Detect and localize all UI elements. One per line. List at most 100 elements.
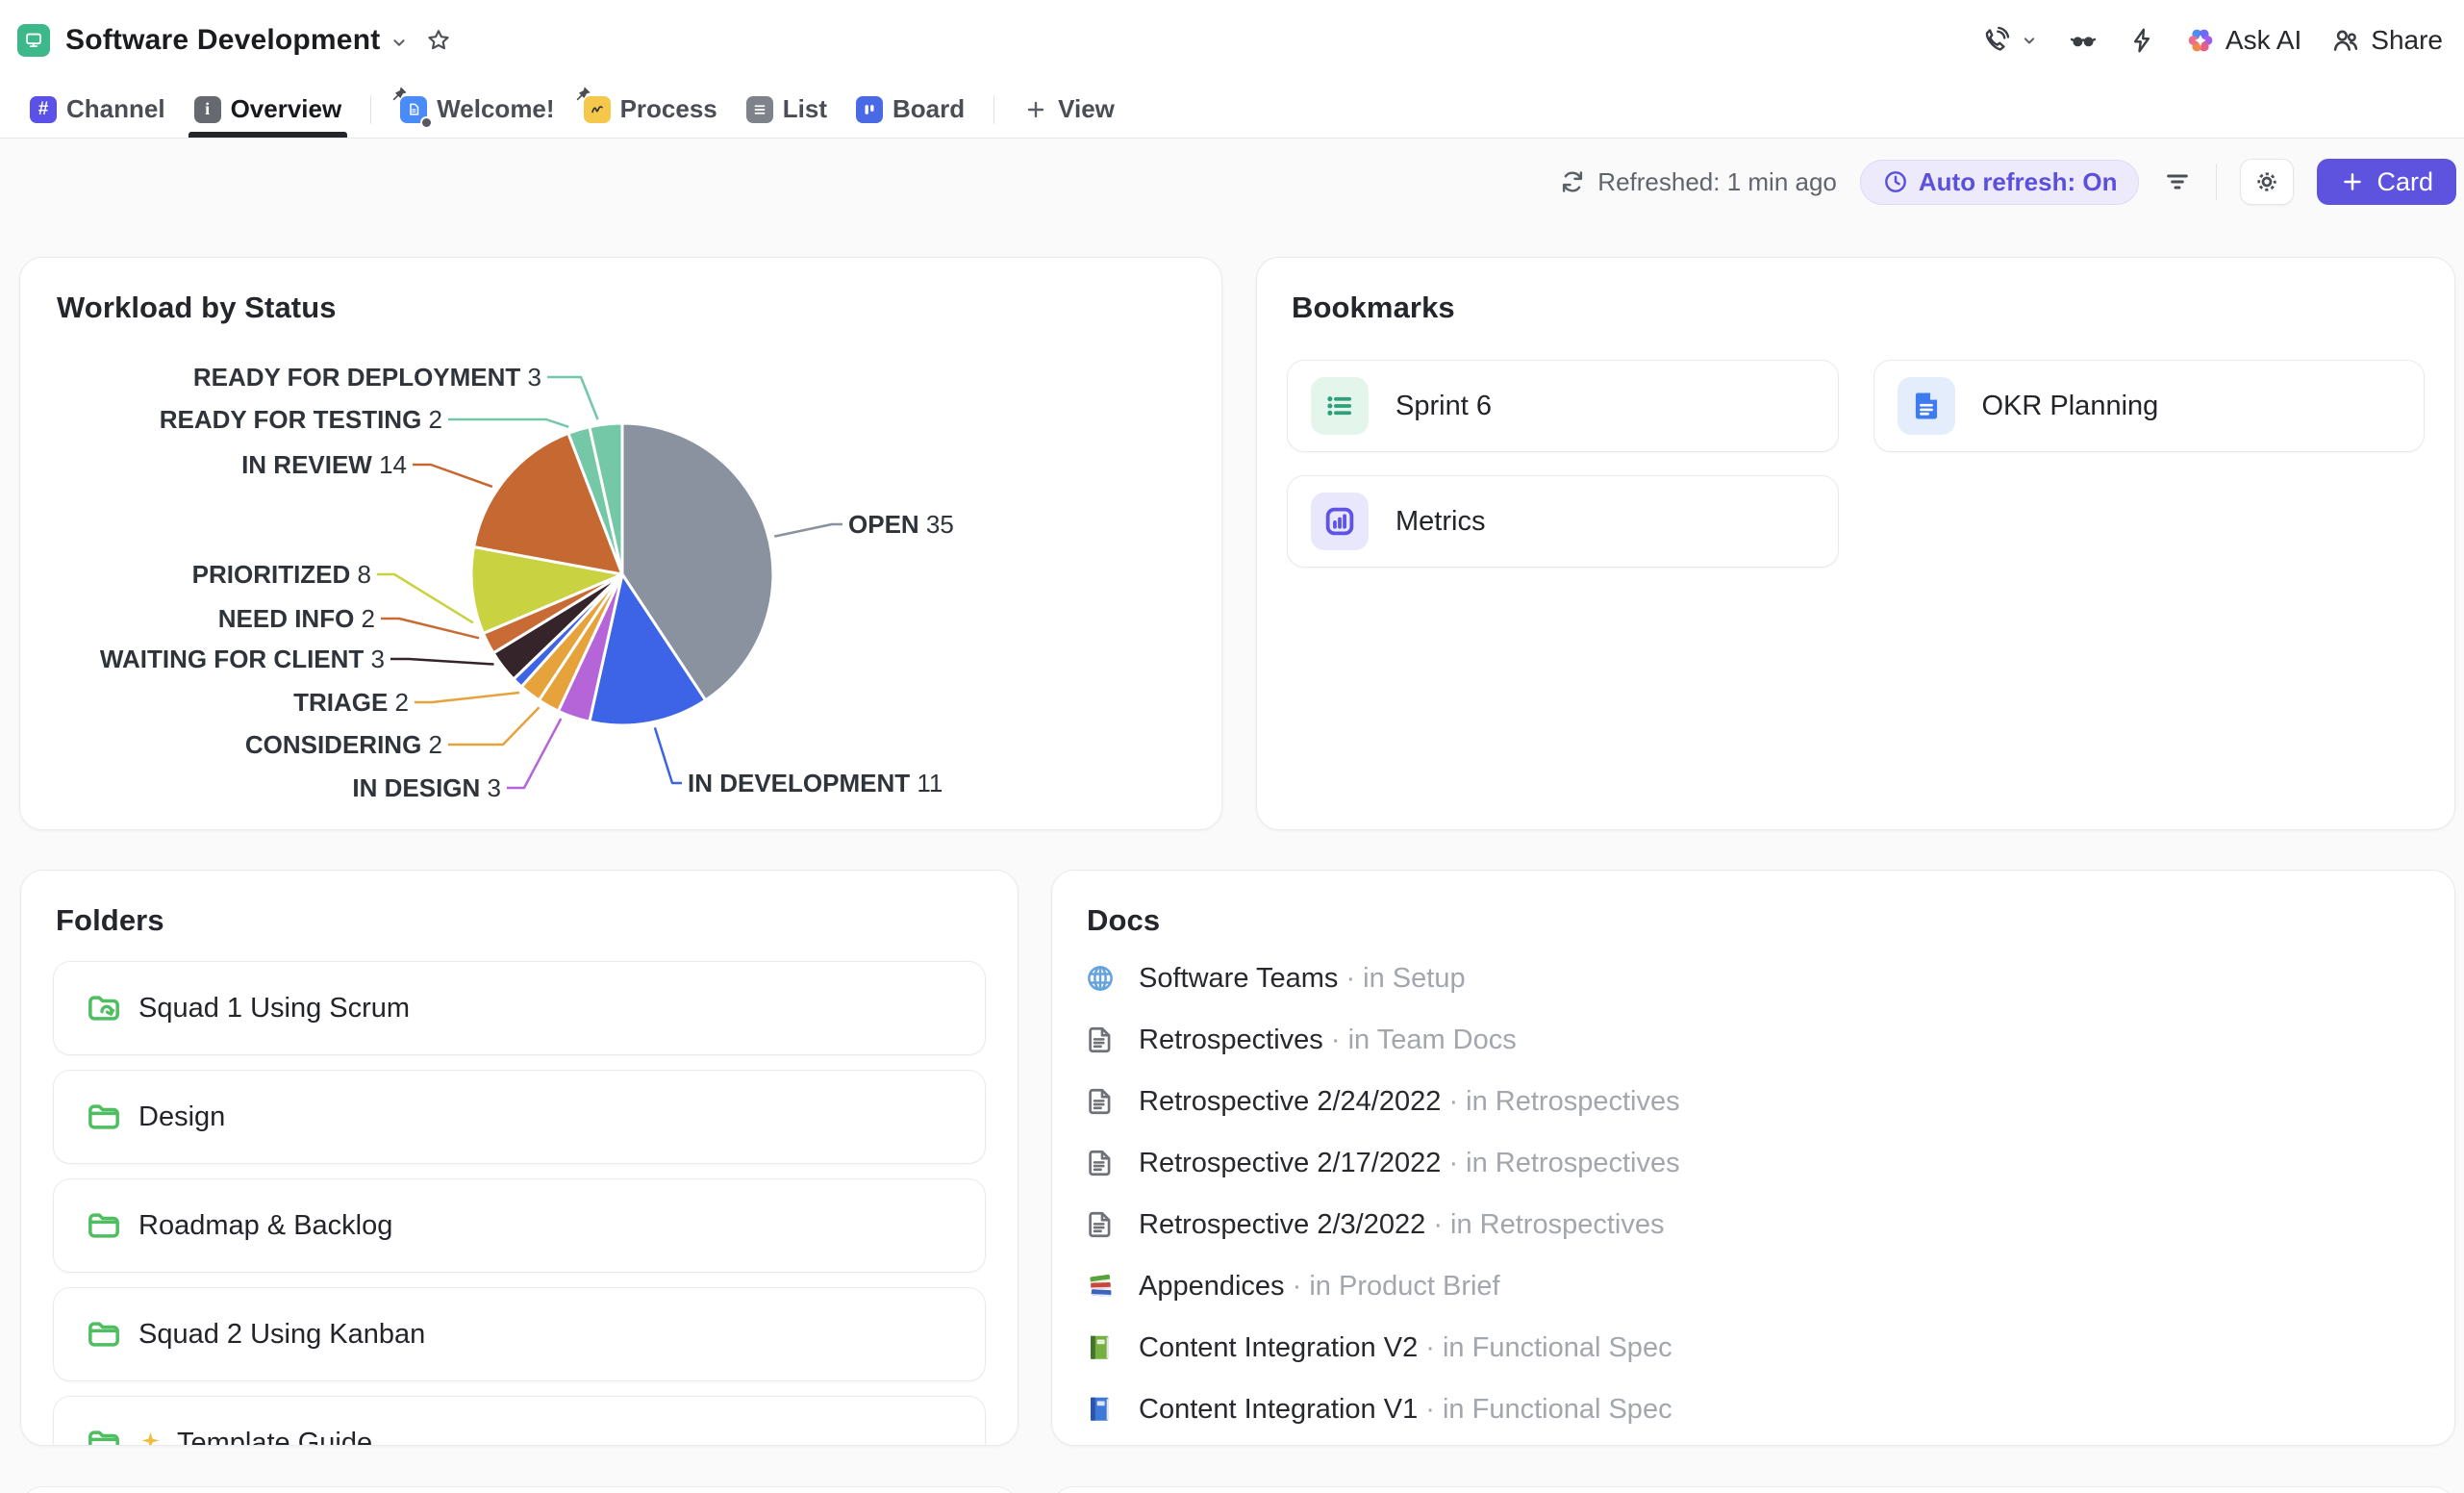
- tab-channel[interactable]: # Channel: [30, 81, 165, 138]
- pin-icon: [574, 86, 591, 103]
- folder-icon: [85, 1098, 123, 1136]
- doc-row[interactable]: Retrospective 2/24/2022 · in Retrospecti…: [1085, 1071, 2422, 1132]
- pie-leader-line: [448, 419, 568, 427]
- folder-label: Roadmap & Backlog: [138, 1210, 392, 1242]
- book-blue-icon: [1085, 1394, 1118, 1425]
- folder-icon: [85, 1424, 123, 1446]
- pie-slice-label: OPEN 35: [848, 510, 954, 539]
- refresh-status: Refreshed: 1 min ago: [1559, 167, 1837, 197]
- doc-row[interactable]: Appendices · in Product Brief: [1085, 1255, 2422, 1317]
- pie-leader-line: [390, 659, 494, 665]
- doc-title: Retrospective 2/24/2022 · in Retrospecti…: [1139, 1086, 1680, 1118]
- chart-purple-icon: [1311, 493, 1369, 550]
- doc-gray-icon: [1085, 1209, 1118, 1240]
- bookmark-tile[interactable]: OKR Planning: [1873, 360, 2426, 452]
- pin-icon: [390, 86, 408, 103]
- doc-row[interactable]: Content Integration V1 · in Functional S…: [1085, 1379, 2422, 1440]
- docs-card: Docs Software Teams · in Setup Retrospec…: [1051, 870, 2455, 1446]
- plus-icon: [2340, 169, 2365, 194]
- pie-slice-label: IN REVIEW 14: [241, 450, 407, 479]
- doc-location: · in Team Docs: [1331, 1025, 1517, 1055]
- docs-card-title: Docs: [1087, 903, 1160, 938]
- filter-button[interactable]: [2162, 166, 2193, 197]
- doc-row[interactable]: Software Teams · in Setup: [1085, 948, 2422, 1009]
- tab-board[interactable]: Board: [856, 81, 965, 138]
- doc-blue-icon: [1898, 377, 1955, 435]
- folder-tile[interactable]: Template Guide: [53, 1396, 986, 1446]
- bookmark-tile[interactable]: Sprint 6: [1287, 360, 1839, 452]
- call-button[interactable]: [1981, 26, 2039, 55]
- bookmark-label: Metrics: [1395, 506, 1485, 538]
- pie-leader-line: [547, 377, 598, 419]
- pie-leader-line: [413, 465, 492, 487]
- folders-card-title: Folders: [56, 903, 164, 938]
- pie-slice-label: TRIAGE 2: [293, 688, 409, 717]
- doc-row[interactable]: Retrospectives · in Team Docs: [1085, 1009, 2422, 1071]
- bookmarks-card-title: Bookmarks: [1292, 291, 1455, 325]
- pie-slice-label: WAITING FOR CLIENT 3: [100, 645, 385, 673]
- pie-leader-line: [377, 574, 473, 622]
- pie-leader-line: [415, 693, 519, 702]
- workspace-title[interactable]: Software Development: [65, 24, 380, 57]
- partial-card: [1051, 1486, 2455, 1493]
- tab-process[interactable]: Process: [584, 81, 717, 138]
- pie-slice-label: IN DESIGN 3: [352, 773, 501, 802]
- automations-button[interactable]: [2127, 26, 2156, 55]
- doc-title: Appendices · in Product Brief: [1139, 1271, 1500, 1303]
- plus-icon: [1023, 97, 1048, 122]
- folder-tile[interactable]: Squad 1 Using Scrum: [53, 961, 986, 1055]
- refresh-icon: [1559, 168, 1586, 195]
- pie-leader-line: [774, 524, 842, 537]
- ask-ai-button[interactable]: Ask AI: [2185, 25, 2301, 56]
- doc-row[interactable]: Content Integration V2 · in Functional S…: [1085, 1317, 2422, 1379]
- doc-blue-icon: [400, 96, 427, 123]
- workspace-chevron-down-icon[interactable]: [389, 32, 410, 53]
- doc-title: Retrospective 2/3/2022 · in Retrospectiv…: [1139, 1209, 1664, 1241]
- doc-row[interactable]: Retrospective 2/17/2022 · in Retrospecti…: [1085, 1132, 2422, 1194]
- folder-tile[interactable]: Squad 2 Using Kanban: [53, 1287, 986, 1381]
- book-green-icon: [1085, 1332, 1118, 1363]
- incognito-mask-button[interactable]: [2068, 25, 2099, 56]
- add-card-button[interactable]: Card: [2317, 159, 2456, 205]
- doc-location: · in Functional Spec: [1425, 1394, 1672, 1425]
- bookmarks-card: Bookmarks Sprint 6 OKR Planning Metrics: [1256, 257, 2455, 830]
- monitor-icon: [23, 30, 44, 51]
- workspace-avatar: [17, 24, 50, 57]
- auto-refresh-toggle[interactable]: Auto refresh: On: [1860, 160, 2140, 205]
- folder-tile[interactable]: Design: [53, 1070, 986, 1164]
- tab-welcome[interactable]: Welcome!: [400, 81, 554, 138]
- folder-label: Template Guide: [138, 1428, 372, 1447]
- tab-list[interactable]: List: [746, 81, 827, 138]
- workload-pie-chart: OPEN 35IN DEVELOPMENT 11IN DESIGN 3CONSI…: [20, 258, 1221, 829]
- favorite-star-icon[interactable]: [425, 27, 452, 54]
- doc-title: Content Integration V2 · in Functional S…: [1139, 1332, 1672, 1364]
- mask-icon: [2068, 25, 2099, 56]
- books-icon: [1085, 1270, 1118, 1303]
- doc-title: Retrospectives · in Team Docs: [1139, 1025, 1517, 1056]
- tab-divider: [370, 95, 371, 124]
- pie-slice-label: PRIORITIZED 8: [192, 560, 371, 589]
- top-bar: Software Development Ask AI Shar: [0, 0, 2464, 81]
- info-doc-icon: i: [194, 96, 221, 123]
- board-icon: [856, 96, 883, 123]
- sparkles-icon: [138, 1429, 167, 1446]
- tab-overview[interactable]: i Overview: [194, 81, 342, 138]
- folder-tile[interactable]: Roadmap & Backlog: [53, 1178, 986, 1273]
- settings-button[interactable]: [2240, 159, 2294, 205]
- add-card-label: Card: [2376, 167, 2433, 197]
- buddy-icon: [420, 116, 433, 129]
- doc-location: · in Retrospectives: [1433, 1209, 1664, 1240]
- folder-label: Design: [138, 1101, 225, 1133]
- doc-gray-icon: [1085, 1148, 1118, 1178]
- overview-toolbar: Refreshed: 1 min ago Auto refresh: On Ca…: [1559, 159, 2456, 205]
- pie-slice-label: READY FOR TESTING 2: [160, 405, 442, 434]
- tab-divider: [993, 95, 994, 124]
- bookmark-label: OKR Planning: [1982, 391, 2159, 422]
- gear-icon: [2252, 167, 2281, 196]
- share-button[interactable]: Share: [2330, 25, 2443, 56]
- view-tab-bar: # Channel i Overview Welcome! Process Li…: [0, 81, 2464, 139]
- doc-row[interactable]: Retrospective 2/3/2022 · in Retrospectiv…: [1085, 1194, 2422, 1255]
- globe-icon: [1085, 963, 1118, 994]
- bookmark-tile[interactable]: Metrics: [1287, 475, 1839, 568]
- add-view-button[interactable]: View: [1023, 81, 1115, 138]
